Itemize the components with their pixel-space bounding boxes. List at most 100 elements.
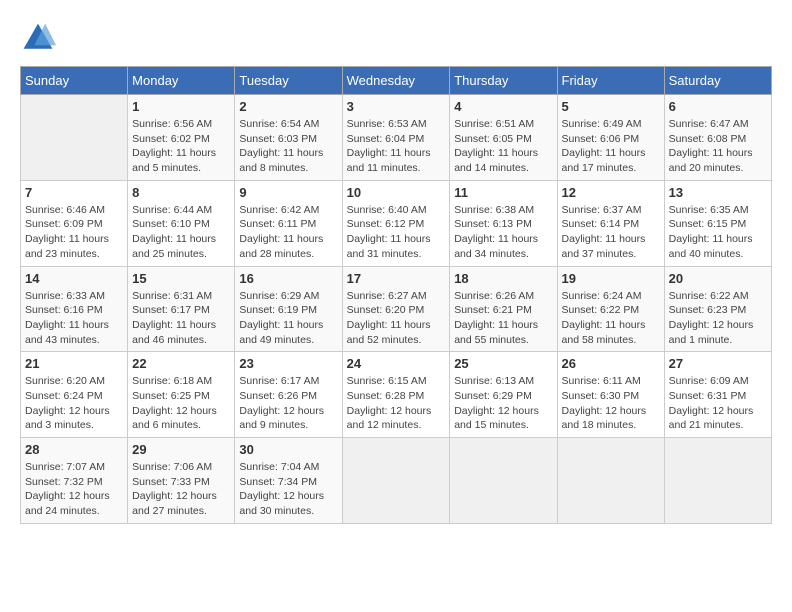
day-cell-16: 16Sunrise: 6:29 AMSunset: 6:19 PMDayligh… [235, 266, 342, 352]
day-cell-17: 17 Sunrise: 6:27 AMSunset: 6:20 PMDayligh… [342, 266, 450, 352]
col-header-wednesday: Wednesday [342, 67, 450, 95]
day-info: Sunrise: 6:44 AMSunset: 6:10 PMDaylight:… [132, 203, 230, 262]
day-info: Sunrise: 6:42 AMSunset: 6:11 PMDaylight:… [239, 203, 337, 262]
day-info: Sunrise: 6:33 AMSunset: 6:16 PMDaylight:… [25, 289, 123, 348]
day-number: 11 [454, 185, 552, 200]
day-cell-10: 10Sunrise: 6:40 AMSunset: 6:12 PMDayligh… [342, 180, 450, 266]
week-row-5: 28Sunrise: 7:07 AMSunset: 7:32 PMDayligh… [21, 438, 772, 524]
day-info: Sunrise: 6:46 AMSunset: 6:09 PMDaylight:… [25, 203, 123, 262]
day-cell-22: 22 Sunrise: 6:18 AMSunset: 6:25 PMDayligh… [128, 352, 235, 438]
day-cell-21: 21 Sunrise: 6:20 AMSunset: 6:24 PMDayligh… [21, 352, 128, 438]
day-number: 23 [239, 356, 337, 371]
day-info: Sunrise: 6:35 AMSunset: 6:15 PMDaylight:… [669, 203, 767, 262]
day-cell-15: 15Sunrise: 6:31 AMSunset: 6:17 PMDayligh… [128, 266, 235, 352]
day-info: Sunrise: 7:07 AMSunset: 7:32 PMDaylight:… [25, 460, 123, 519]
col-header-friday: Friday [557, 67, 664, 95]
day-number: 15 [132, 271, 230, 286]
day-cell-3: 3 Sunrise: 6:53 AMSunset: 6:04 PMDaylight… [342, 95, 450, 181]
day-number: 9 [239, 185, 337, 200]
day-cell-5: 5 Sunrise: 6:49 AMSunset: 6:06 PMDaylight… [557, 95, 664, 181]
day-cell-13: 13 Sunrise: 6:35 AMSunset: 6:15 PMDayligh… [664, 180, 771, 266]
day-info: Sunrise: 6:17 AMSunset: 6:26 PMDaylight:… [239, 374, 337, 433]
day-cell-6: 6 Sunrise: 6:47 AMSunset: 6:08 PMDaylight… [664, 95, 771, 181]
day-info: Sunrise: 6:24 AMSunset: 6:22 PMDaylight:… [562, 289, 660, 348]
day-number: 25 [454, 356, 552, 371]
day-cell-29: 29 Sunrise: 7:06 AMSunset: 7:33 PMDayligh… [128, 438, 235, 524]
day-info: Sunrise: 6:49 AMSunset: 6:06 PMDaylight:… [562, 117, 660, 176]
col-header-tuesday: Tuesday [235, 67, 342, 95]
day-number: 30 [239, 442, 337, 457]
day-cell-28: 28Sunrise: 7:07 AMSunset: 7:32 PMDayligh… [21, 438, 128, 524]
empty-cell [557, 438, 664, 524]
page-header [20, 20, 772, 56]
col-header-monday: Monday [128, 67, 235, 95]
day-info: Sunrise: 6:40 AMSunset: 6:12 PMDaylight:… [347, 203, 446, 262]
day-info: Sunrise: 6:22 AMSunset: 6:23 PMDaylight:… [669, 289, 767, 348]
day-cell-27: 27 Sunrise: 6:09 AMSunset: 6:31 PMDayligh… [664, 352, 771, 438]
day-info: Sunrise: 6:51 AMSunset: 6:05 PMDaylight:… [454, 117, 552, 176]
header-row: SundayMondayTuesdayWednesdayThursdayFrid… [21, 67, 772, 95]
day-cell-25: 25Sunrise: 6:13 AMSunset: 6:29 PMDayligh… [450, 352, 557, 438]
empty-cell [664, 438, 771, 524]
day-number: 4 [454, 99, 552, 114]
day-info: Sunrise: 6:56 AMSunset: 6:02 PMDaylight:… [132, 117, 230, 176]
day-info: Sunrise: 6:47 AMSunset: 6:08 PMDaylight:… [669, 117, 767, 176]
day-number: 18 [454, 271, 552, 286]
day-number: 21 [25, 356, 123, 371]
day-cell-12: 12 Sunrise: 6:37 AMSunset: 6:14 PMDayligh… [557, 180, 664, 266]
day-number: 14 [25, 271, 123, 286]
day-number: 17 [347, 271, 446, 286]
day-cell-20: 20 Sunrise: 6:22 AMSunset: 6:23 PMDayligh… [664, 266, 771, 352]
day-cell-24: 24 Sunrise: 6:15 AMSunset: 6:28 PMDayligh… [342, 352, 450, 438]
day-number: 3 [347, 99, 446, 114]
day-number: 29 [132, 442, 230, 457]
day-number: 6 [669, 99, 767, 114]
day-cell-11: 11 Sunrise: 6:38 AMSunset: 6:13 PMDayligh… [450, 180, 557, 266]
week-row-3: 14 Sunrise: 6:33 AMSunset: 6:16 PMDayligh… [21, 266, 772, 352]
day-cell-26: 26 Sunrise: 6:11 AMSunset: 6:30 PMDayligh… [557, 352, 664, 438]
day-cell-8: 8 Sunrise: 6:44 AMSunset: 6:10 PMDaylight… [128, 180, 235, 266]
col-header-thursday: Thursday [450, 67, 557, 95]
day-info: Sunrise: 6:09 AMSunset: 6:31 PMDaylight:… [669, 374, 767, 433]
day-number: 8 [132, 185, 230, 200]
day-number: 20 [669, 271, 767, 286]
day-cell-18: 18 Sunrise: 6:26 AMSunset: 6:21 PMDayligh… [450, 266, 557, 352]
col-header-saturday: Saturday [664, 67, 771, 95]
day-cell-19: 19 Sunrise: 6:24 AMSunset: 6:22 PMDayligh… [557, 266, 664, 352]
day-number: 2 [239, 99, 337, 114]
day-info: Sunrise: 6:11 AMSunset: 6:30 PMDaylight:… [562, 374, 660, 433]
logo-icon [20, 20, 56, 56]
day-info: Sunrise: 6:54 AMSunset: 6:03 PMDaylight:… [239, 117, 337, 176]
day-cell-2: 2 Sunrise: 6:54 AMSunset: 6:03 PMDaylight… [235, 95, 342, 181]
day-info: Sunrise: 6:27 AMSunset: 6:20 PMDaylight:… [347, 289, 446, 348]
day-number: 13 [669, 185, 767, 200]
week-row-2: 7 Sunrise: 6:46 AMSunset: 6:09 PMDaylight… [21, 180, 772, 266]
day-number: 24 [347, 356, 446, 371]
day-info: Sunrise: 6:53 AMSunset: 6:04 PMDaylight:… [347, 117, 446, 176]
day-info: Sunrise: 6:18 AMSunset: 6:25 PMDaylight:… [132, 374, 230, 433]
day-number: 19 [562, 271, 660, 286]
day-cell-23: 23 Sunrise: 6:17 AMSunset: 6:26 PMDayligh… [235, 352, 342, 438]
day-info: Sunrise: 6:15 AMSunset: 6:28 PMDaylight:… [347, 374, 446, 433]
day-number: 22 [132, 356, 230, 371]
day-info: Sunrise: 7:04 AMSunset: 7:34 PMDaylight:… [239, 460, 337, 519]
week-row-1: 1 Sunrise: 6:56 AMSunset: 6:02 PMDaylight… [21, 95, 772, 181]
day-info: Sunrise: 7:06 AMSunset: 7:33 PMDaylight:… [132, 460, 230, 519]
logo [20, 20, 60, 56]
day-number: 27 [669, 356, 767, 371]
day-info: Sunrise: 6:20 AMSunset: 6:24 PMDaylight:… [25, 374, 123, 433]
day-number: 12 [562, 185, 660, 200]
day-info: Sunrise: 6:29 AMSunset: 6:19 PMDaylight:… [239, 289, 337, 348]
day-number: 7 [25, 185, 123, 200]
day-number: 5 [562, 99, 660, 114]
day-info: Sunrise: 6:26 AMSunset: 6:21 PMDaylight:… [454, 289, 552, 348]
day-cell-14: 14 Sunrise: 6:33 AMSunset: 6:16 PMDayligh… [21, 266, 128, 352]
day-number: 1 [132, 99, 230, 114]
day-cell-7: 7 Sunrise: 6:46 AMSunset: 6:09 PMDaylight… [21, 180, 128, 266]
day-number: 26 [562, 356, 660, 371]
day-cell-4: 4 Sunrise: 6:51 AMSunset: 6:05 PMDaylight… [450, 95, 557, 181]
day-info: Sunrise: 6:37 AMSunset: 6:14 PMDaylight:… [562, 203, 660, 262]
day-info: Sunrise: 6:38 AMSunset: 6:13 PMDaylight:… [454, 203, 552, 262]
empty-cell [342, 438, 450, 524]
calendar-table: SundayMondayTuesdayWednesdayThursdayFrid… [20, 66, 772, 524]
